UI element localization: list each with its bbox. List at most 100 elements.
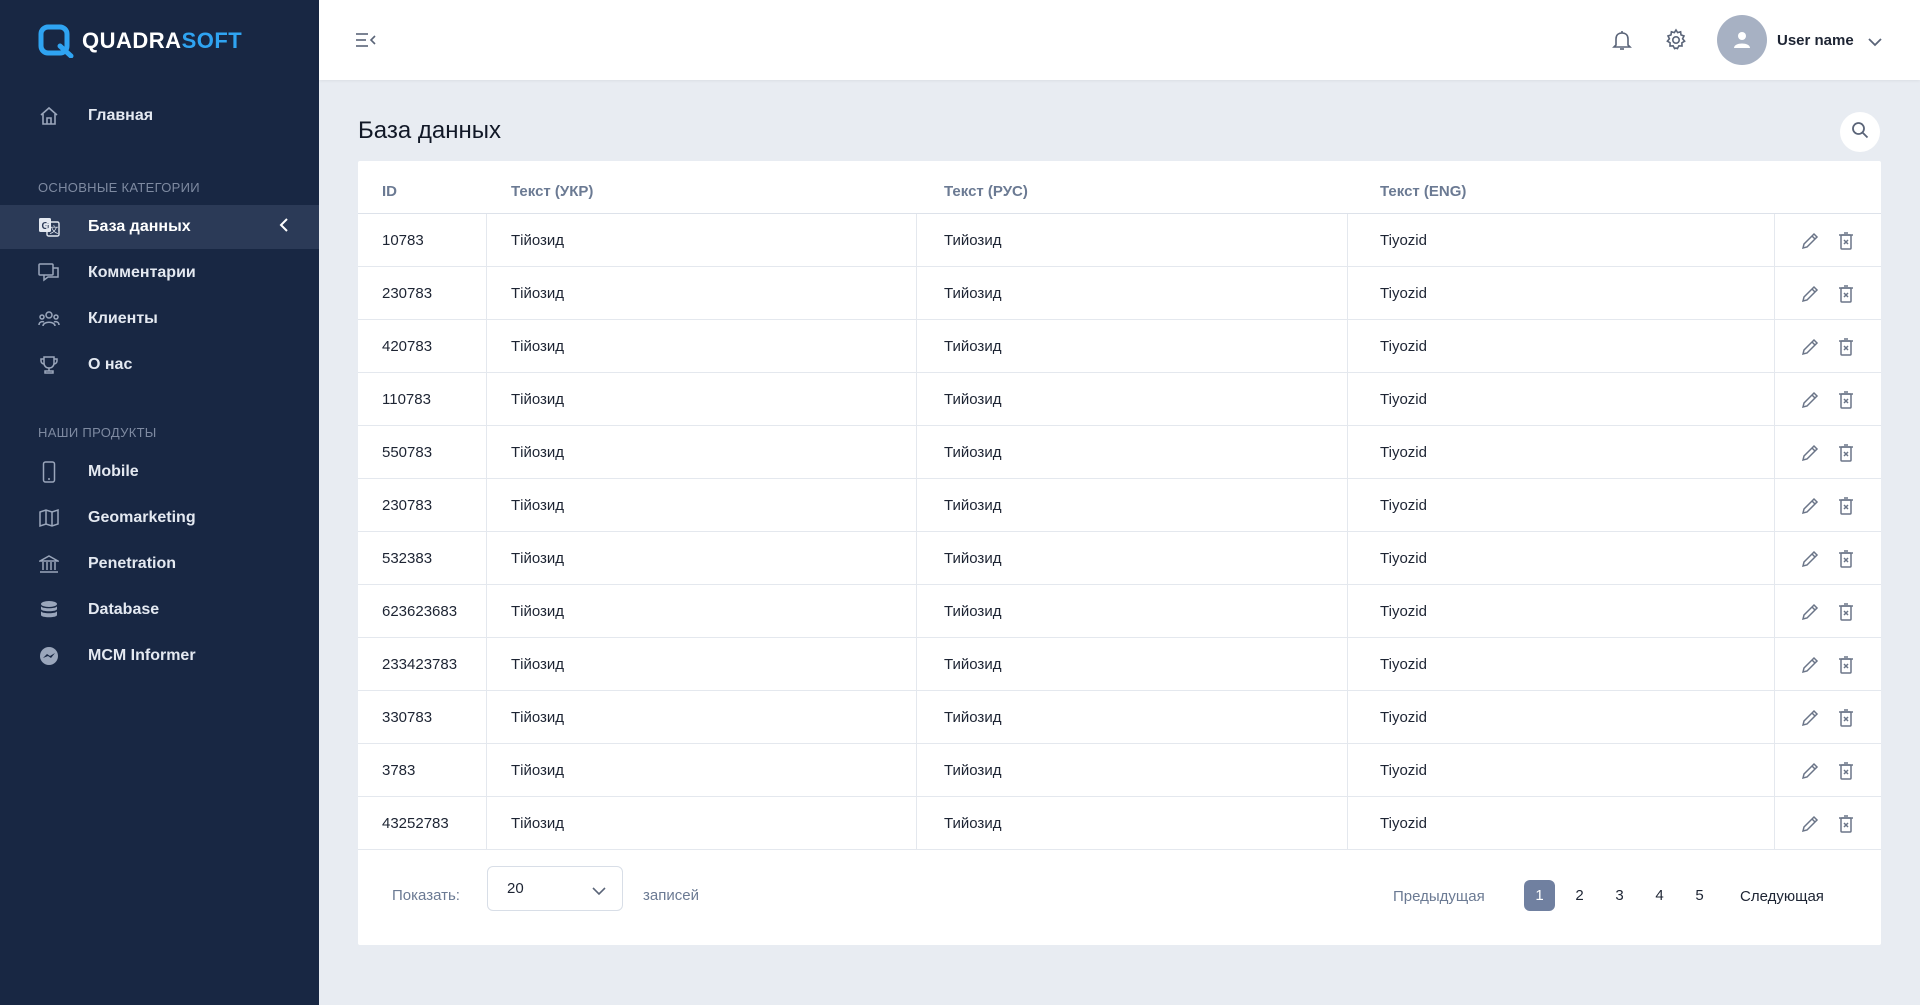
sidebar-item-comments[interactable]: Комментарии bbox=[0, 251, 319, 295]
column-divider bbox=[916, 638, 917, 691]
cell-rus: Тийозид bbox=[944, 232, 1002, 249]
column-divider bbox=[1774, 426, 1775, 479]
chevron-down-icon[interactable] bbox=[1868, 34, 1882, 52]
page-size-select[interactable]: 20 bbox=[487, 866, 623, 911]
cell-rus: Тийозид bbox=[944, 444, 1002, 461]
edit-icon[interactable] bbox=[1799, 813, 1821, 835]
delete-icon[interactable] bbox=[1835, 283, 1857, 305]
edit-icon[interactable] bbox=[1799, 442, 1821, 464]
pagination-page[interactable]: 3 bbox=[1604, 880, 1635, 911]
table-row[interactable]: 230783 Тійозид Тийозид Tiyozid bbox=[358, 479, 1881, 532]
logo[interactable]: QUADRASOFT bbox=[38, 24, 242, 59]
column-divider bbox=[916, 797, 917, 850]
cell-eng: Tiyozid bbox=[1380, 497, 1427, 514]
search-button[interactable] bbox=[1840, 112, 1880, 152]
sidebar-item-database-ru[interactable]: G文 База данных bbox=[0, 205, 319, 249]
table-row[interactable]: 532383 Тійозид Тийозид Tiyozid bbox=[358, 532, 1881, 585]
edit-icon[interactable] bbox=[1799, 760, 1821, 782]
pagination-prev[interactable]: Предыдущая bbox=[1393, 888, 1485, 905]
cell-id: 550783 bbox=[382, 444, 433, 461]
table-row[interactable]: 330783 Тійозид Тийозид Tiyozid bbox=[358, 691, 1881, 744]
delete-icon[interactable] bbox=[1835, 813, 1857, 835]
column-header-ukr[interactable]: Текст (УКР) bbox=[511, 183, 593, 200]
menu-collapse-icon[interactable] bbox=[355, 30, 377, 50]
gear-icon[interactable] bbox=[1664, 28, 1688, 52]
chevron-left-icon[interactable] bbox=[279, 217, 289, 237]
records-label: записей bbox=[643, 887, 699, 904]
username[interactable]: User name bbox=[1777, 32, 1854, 49]
delete-icon[interactable] bbox=[1835, 601, 1857, 623]
column-divider bbox=[1774, 744, 1775, 797]
edit-icon[interactable] bbox=[1799, 548, 1821, 570]
delete-icon[interactable] bbox=[1835, 336, 1857, 358]
column-divider bbox=[1774, 267, 1775, 320]
avatar[interactable] bbox=[1717, 15, 1767, 65]
sidebar-item-penetration[interactable]: Penetration bbox=[0, 542, 319, 586]
table-row[interactable]: 110783 Тійозид Тийозид Tiyozid bbox=[358, 373, 1881, 426]
sidebar-item-database[interactable]: Database bbox=[0, 588, 319, 632]
cell-ukr: Тійозид bbox=[511, 391, 565, 408]
edit-icon[interactable] bbox=[1799, 601, 1821, 623]
pagination-page[interactable]: 5 bbox=[1684, 880, 1715, 911]
pagination-page[interactable]: 2 bbox=[1564, 880, 1595, 911]
column-divider bbox=[1347, 320, 1348, 373]
edit-icon[interactable] bbox=[1799, 230, 1821, 252]
cell-rus: Тийозид bbox=[944, 709, 1002, 726]
pagination-page[interactable]: 1 bbox=[1524, 880, 1555, 911]
column-divider bbox=[916, 532, 917, 585]
section-title-main: ОСНОВНЫЕ КАТЕГОРИИ bbox=[38, 180, 200, 195]
cell-id: 623623683 bbox=[382, 603, 458, 620]
sidebar-item-home[interactable]: Главная bbox=[0, 94, 319, 138]
section-title-products: НАШИ ПРОДУКТЫ bbox=[38, 425, 157, 440]
edit-icon[interactable] bbox=[1799, 389, 1821, 411]
column-divider bbox=[1347, 479, 1348, 532]
delete-icon[interactable] bbox=[1835, 548, 1857, 570]
edit-icon[interactable] bbox=[1799, 654, 1821, 676]
delete-icon[interactable] bbox=[1835, 760, 1857, 782]
bell-icon[interactable] bbox=[1610, 28, 1634, 52]
delete-icon[interactable] bbox=[1835, 442, 1857, 464]
sidebar-item-label: О нас bbox=[88, 356, 133, 373]
sidebar-item-label: Комментарии bbox=[88, 264, 196, 281]
cell-rus: Тийозид bbox=[944, 338, 1002, 355]
delete-icon[interactable] bbox=[1835, 389, 1857, 411]
pagination-next[interactable]: Следующая bbox=[1740, 888, 1824, 905]
table-row[interactable]: 43252783 Тійозид Тийозид Tiyozid bbox=[358, 797, 1881, 850]
cell-ukr: Тійозид bbox=[511, 762, 565, 779]
delete-icon[interactable] bbox=[1835, 495, 1857, 517]
table-row[interactable]: 623623683 Тійозид Тийозид Tiyozid bbox=[358, 585, 1881, 638]
edit-icon[interactable] bbox=[1799, 707, 1821, 729]
table-row[interactable]: 233423783 Тійозид Тийозид Tiyozid bbox=[358, 638, 1881, 691]
sidebar-item-mobile[interactable]: Mobile bbox=[0, 450, 319, 494]
cell-id: 110783 bbox=[382, 391, 431, 408]
delete-icon[interactable] bbox=[1835, 707, 1857, 729]
cell-ukr: Тійозид bbox=[511, 444, 565, 461]
table-row[interactable]: 10783 Тійозид Тийозид Tiyozid bbox=[358, 214, 1881, 267]
sidebar-item-mcm-informer[interactable]: MCM Informer bbox=[0, 634, 319, 678]
table-row[interactable]: 420783 Тійозид Тийозид Tiyozid bbox=[358, 320, 1881, 373]
pagination-page[interactable]: 4 bbox=[1644, 880, 1675, 911]
delete-icon[interactable] bbox=[1835, 654, 1857, 676]
sidebar-item-about[interactable]: О нас bbox=[0, 343, 319, 387]
table-row[interactable]: 550783 Тійозид Тийозид Tiyozid bbox=[358, 426, 1881, 479]
table-row[interactable]: 230783 Тійозид Тийозид Tiyozid bbox=[358, 267, 1881, 320]
column-header-id[interactable]: ID bbox=[382, 183, 397, 200]
column-divider bbox=[916, 320, 917, 373]
column-header-rus[interactable]: Текст (РУС) bbox=[944, 183, 1028, 200]
table-row[interactable]: 3783 Тійозид Тийозид Tiyozid bbox=[358, 744, 1881, 797]
cell-ukr: Тійозид bbox=[511, 603, 565, 620]
cell-ukr: Тійозид bbox=[511, 338, 565, 355]
delete-icon[interactable] bbox=[1835, 230, 1857, 252]
edit-icon[interactable] bbox=[1799, 336, 1821, 358]
cell-ukr: Тійозид bbox=[511, 232, 565, 249]
cell-rus: Тийозид bbox=[944, 603, 1002, 620]
column-divider bbox=[1774, 691, 1775, 744]
sidebar-item-geomarketing[interactable]: Geomarketing bbox=[0, 496, 319, 540]
edit-icon[interactable] bbox=[1799, 283, 1821, 305]
column-divider bbox=[1774, 479, 1775, 532]
edit-icon[interactable] bbox=[1799, 495, 1821, 517]
column-header-eng[interactable]: Текст (ENG) bbox=[1380, 183, 1466, 200]
column-divider bbox=[486, 585, 487, 638]
column-divider bbox=[916, 267, 917, 320]
sidebar-item-clients[interactable]: Клиенты bbox=[0, 297, 319, 341]
